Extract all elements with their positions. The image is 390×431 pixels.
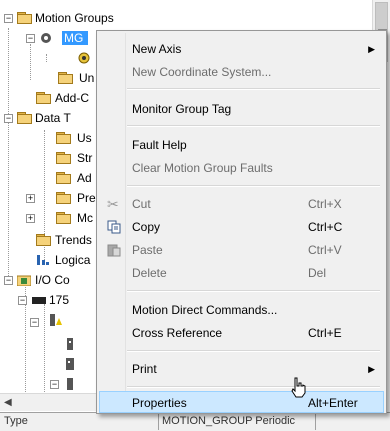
tree-node-strings[interactable]: Str	[40, 148, 98, 168]
tree-node-module-defined[interactable]: + Mc	[26, 208, 98, 228]
tree-node-trends[interactable]: Trends	[18, 230, 98, 250]
menu-item-paste[interactable]: Paste Ctrl+V	[99, 239, 384, 261]
datatype-folder-icon	[56, 132, 72, 144]
collapse-icon[interactable]: −	[4, 14, 13, 23]
tree-node-backplane[interactable]: − 175	[18, 290, 98, 310]
axis-gear-icon	[78, 52, 90, 64]
tree-node-add-on-defined[interactable]: Ad	[40, 168, 98, 188]
menu-item-clear-motion-group-faults[interactable]: Clear Motion Group Faults	[99, 157, 384, 179]
module-icon	[67, 378, 73, 390]
tree-line	[8, 28, 10, 278]
menu-item-print[interactable]: Print ▶	[99, 358, 384, 380]
menu-item-delete[interactable]: Delete Del	[99, 262, 384, 284]
menu-item-cut[interactable]: ✂ Cut Ctrl+X	[99, 193, 384, 215]
submenu-arrow-icon: ▶	[368, 44, 375, 54]
collapse-icon[interactable]: −	[50, 380, 59, 389]
folder-open-icon	[17, 112, 33, 124]
io-folder-icon	[17, 275, 31, 286]
menu-item-copy[interactable]: Copy Ctrl+C	[99, 216, 384, 238]
module-icon	[66, 358, 74, 370]
expand-icon[interactable]: +	[26, 214, 35, 223]
scissors-icon: ✂	[107, 196, 119, 212]
menu-separator	[127, 185, 380, 187]
chassis-icon	[32, 297, 46, 304]
expand-icon[interactable]: +	[26, 194, 35, 203]
menu-separator	[127, 386, 380, 388]
tree-line	[30, 44, 32, 80]
motion-group-icon	[41, 33, 51, 43]
folder-icon	[58, 72, 74, 84]
tree-node-module[interactable]: −	[44, 374, 96, 394]
type-label: Type	[4, 415, 28, 427]
menu-item-new-coordinate-system[interactable]: New Coordinate System...	[99, 61, 384, 83]
menu-item-monitor-group-tag[interactable]: Monitor Group Tag	[99, 98, 384, 120]
menu-item-cross-reference[interactable]: Cross Reference Ctrl+E	[99, 322, 384, 344]
menu-separator	[127, 125, 380, 127]
menu-separator	[127, 88, 380, 90]
datatype-folder-icon	[56, 152, 72, 164]
tree-node-ungrouped-axes[interactable]: Un	[40, 68, 100, 88]
selected-node-highlight: MG	[62, 31, 88, 45]
context-menu: New Axis ▶ New Coordinate System... Moni…	[96, 30, 387, 414]
tree-node-module-warning[interactable]: −	[30, 312, 96, 332]
tree-node-predefined[interactable]: + Pre	[26, 188, 98, 208]
menu-item-fault-help[interactable]: Fault Help	[99, 134, 384, 156]
tree-node-motion-groups[interactable]: − Motion Groups	[4, 8, 164, 28]
tree-node-axis[interactable]	[50, 48, 90, 68]
tree-node-add-on-instructions[interactable]: Add-C	[18, 88, 98, 108]
tree-node-logical-model[interactable]: Logica	[18, 250, 98, 270]
hand-cursor-icon	[291, 377, 306, 398]
collapse-icon[interactable]: −	[26, 34, 35, 43]
tree-node-data-types[interactable]: − Data T	[4, 108, 98, 128]
folder-icon	[36, 234, 52, 246]
type-value: MOTION_GROUP Periodic	[158, 413, 316, 430]
tree-node-module[interactable]	[44, 354, 96, 374]
tree-node-io-configuration[interactable]: − I/O Co	[4, 270, 98, 290]
collapse-icon[interactable]: −	[30, 318, 39, 327]
copy-icon	[107, 220, 121, 234]
module-warning-icon	[50, 314, 62, 326]
folder-icon	[36, 92, 52, 104]
collapse-icon[interactable]: −	[18, 296, 27, 305]
datatype-folder-icon	[56, 192, 72, 204]
properties-status-bar: Type MOTION_GROUP Periodic	[0, 412, 390, 431]
datatype-folder-icon	[56, 172, 72, 184]
tree-node-module-child[interactable]	[44, 334, 96, 354]
collapse-icon[interactable]: −	[4, 276, 13, 285]
menu-separator	[127, 350, 380, 352]
datatype-folder-icon	[56, 212, 72, 224]
menu-item-motion-direct-commands[interactable]: Motion Direct Commands...	[99, 299, 384, 321]
scroll-left-icon[interactable]: ◀	[4, 397, 12, 408]
menu-separator	[127, 290, 380, 292]
tree-node-user-defined[interactable]: Us	[40, 128, 98, 148]
tree-line	[46, 54, 48, 62]
logical-model-icon	[37, 255, 49, 265]
menu-item-properties[interactable]: Properties Alt+Enter	[99, 391, 384, 413]
folder-open-icon	[17, 12, 33, 24]
menu-item-new-axis[interactable]: New Axis ▶	[99, 38, 384, 60]
module-icon	[67, 338, 73, 350]
collapse-icon[interactable]: −	[4, 114, 13, 123]
paste-icon	[107, 244, 121, 257]
submenu-arrow-icon: ▶	[368, 364, 375, 374]
